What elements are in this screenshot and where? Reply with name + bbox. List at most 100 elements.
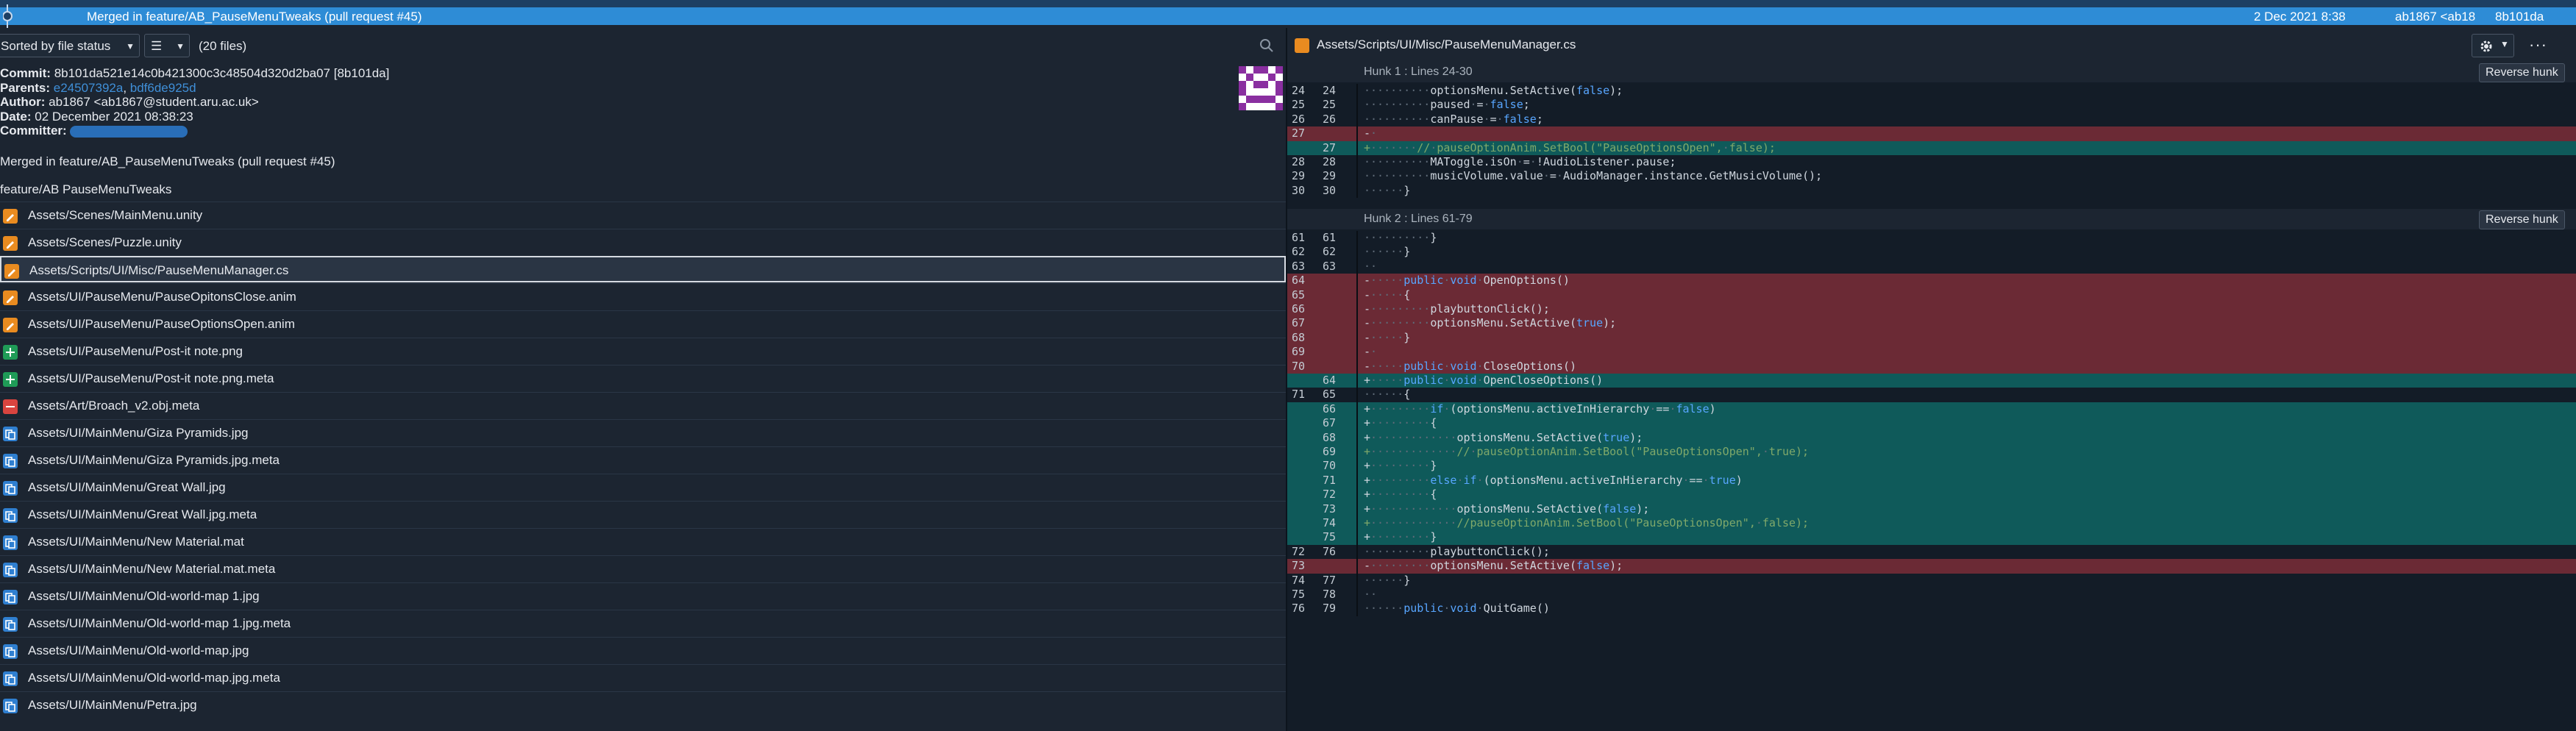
added-line[interactable]: 66 +·········if·(optionsMenu.activeInHier…	[1287, 402, 2576, 417]
line-gutter	[1356, 473, 1358, 488]
context-line[interactable]: 26 26 ··········canPause·=·false;	[1287, 112, 2576, 127]
added-line[interactable]: 64 +·····public·void·OpenCloseOptions()	[1287, 374, 2576, 388]
search-icon[interactable]	[1258, 37, 1275, 54]
file-row[interactable]: Assets/Scripts/UI/Misc/PauseMenuManager.…	[0, 256, 1286, 282]
file-row[interactable]: Assets/UI/MainMenu/Great Wall.jpg.meta	[0, 501, 1286, 527]
file-row[interactable]: Assets/UI/PauseMenu/Post-it note.png.met…	[0, 365, 1286, 391]
removed-line[interactable]: 68 -·····}	[1287, 330, 2576, 346]
added-line[interactable]: 68 +·············optionsMenu.SetActive(tr…	[1287, 430, 2576, 445]
context-line[interactable]: 30 30 ······}	[1287, 183, 2576, 199]
removed-line[interactable]: 64 -·····public·void·OpenOptions()	[1287, 274, 2576, 288]
more-options-icon[interactable]: ···	[2529, 35, 2547, 54]
context-line[interactable]: 71 65 ······{	[1287, 388, 2576, 402]
context-line[interactable]: 75 78 ··	[1287, 588, 2576, 602]
context-line[interactable]: 29 29 ··········musicVolume.value·=·AudioM…	[1287, 169, 2576, 184]
new-line-number: 78	[1323, 588, 1337, 601]
reverse-hunk-button[interactable]: Reverse hunk	[2479, 210, 2565, 229]
file-path: Assets/UI/MainMenu/Old-world-map 1.jpg	[28, 589, 260, 603]
file-row[interactable]: Assets/Scenes/MainMenu.unity	[0, 202, 1286, 228]
removed-line[interactable]: 65 -·····{	[1287, 288, 2576, 302]
context-line[interactable]: 25 25 ··········paused·=·false;	[1287, 98, 2576, 113]
context-line[interactable]: 63 63 ··	[1287, 259, 2576, 274]
file-row[interactable]: Assets/UI/MainMenu/Giza Pyramids.jpg.met…	[0, 446, 1286, 473]
added-line[interactable]: 73 +·············optionsMenu.SetActive(fa…	[1287, 502, 2576, 516]
file-row[interactable]: Assets/UI/MainMenu/New Material.mat.meta	[0, 555, 1286, 582]
file-row[interactable]: Assets/UI/MainMenu/Old-world-map 1.jpg.m…	[0, 610, 1286, 636]
old-line-number: 63	[1292, 259, 1306, 273]
commit-metadata: Commit: 8b101da521e14c0b421300c3c48504d3…	[0, 66, 390, 138]
line-gutter	[1356, 288, 1358, 302]
line-gutter	[1356, 430, 1358, 445]
hunk-title: Hunk 2 : Lines 61-79	[1364, 213, 1473, 225]
removed-line[interactable]: 66 -·········playbuttonClick();	[1287, 302, 2576, 317]
added-line[interactable]: 72 +·········{	[1287, 488, 2576, 502]
old-line-number: 70	[1292, 359, 1306, 373]
added-line[interactable]: 27 +·······//·pauseOptionAnim.SetBool("Pa…	[1287, 140, 2576, 155]
file-path: Assets/Art/Broach_v2.obj.meta	[28, 399, 200, 413]
added-line[interactable]: 69 +·············//·pauseOptionAnim.SetBo…	[1287, 445, 2576, 460]
added-line[interactable]: 75 +·········}	[1287, 530, 2576, 545]
view-mode-dropdown[interactable]: ☰ ▼	[144, 34, 190, 57]
code-text: ······}	[1364, 245, 1411, 259]
file-path: Assets/UI/MainMenu/Old-world-map 1.jpg.m…	[28, 616, 291, 630]
file-row[interactable]: Assets/UI/MainMenu/Great Wall.jpg	[0, 474, 1286, 500]
chevron-down-icon: ▼	[126, 41, 135, 51]
context-line[interactable]: 28 28 ··········MAToggle.isOn·=·!AudioList…	[1287, 155, 2576, 170]
renamed-file-icon	[3, 508, 18, 523]
removed-line[interactable]: 73 -·········optionsMenu.SetActive(false)…	[1287, 559, 2576, 574]
parent-link-1[interactable]: e24507392a	[54, 81, 124, 95]
reverse-hunk-button[interactable]: Reverse hunk	[2479, 63, 2565, 82]
added-line[interactable]: 71 +·········else·if·(optionsMenu.activeI…	[1287, 473, 2576, 488]
removed-line[interactable]: 70 -·····public·void·CloseOptions()	[1287, 359, 2576, 374]
code-text: -·········optionsMenu.SetActive(false);	[1364, 559, 1623, 573]
code-text: ······}	[1364, 573, 1411, 587]
context-line[interactable]: 74 77 ······}	[1287, 573, 2576, 588]
file-row[interactable]: Assets/Art/Broach_v2.obj.meta	[0, 392, 1286, 418]
new-line-number: 29	[1323, 169, 1337, 183]
old-line-number: 72	[1292, 544, 1306, 558]
file-row[interactable]: Assets/UI/PauseMenu/PauseOptionsOpen.ani…	[0, 310, 1286, 337]
file-row[interactable]: Assets/UI/MainMenu/Old-world-map.jpg	[0, 637, 1286, 663]
code-text: ··	[1364, 259, 1378, 273]
code-text: +·········{	[1364, 416, 1437, 430]
context-line[interactable]: 62 62 ······}	[1287, 245, 2576, 260]
file-path: Assets/UI/MainMenu/Great Wall.jpg	[28, 480, 226, 494]
line-gutter	[1356, 559, 1358, 574]
added-file-icon	[3, 345, 18, 360]
renamed-file-icon	[3, 535, 18, 550]
removed-line[interactable]: 69 -·	[1287, 345, 2576, 360]
line-gutter	[1356, 126, 1358, 141]
file-row[interactable]: Assets/UI/MainMenu/Old-world-map.jpg.met…	[0, 664, 1286, 691]
sort-dropdown[interactable]: Sorted by file status ▼	[0, 34, 140, 57]
added-file-icon	[3, 372, 18, 387]
file-row[interactable]: Assets/UI/MainMenu/Giza Pyramids.jpg	[0, 419, 1286, 446]
file-row[interactable]: Assets/UI/PauseMenu/Post-it note.png	[0, 338, 1286, 364]
added-line[interactable]: 70 +·········}	[1287, 459, 2576, 474]
renamed-file-icon	[3, 481, 18, 496]
new-line-number: 24	[1323, 84, 1337, 97]
removed-line[interactable]: 67 -·········optionsMenu.SetActive(true);	[1287, 316, 2576, 331]
parent-link-2[interactable]: bdf6de925d	[130, 81, 196, 95]
context-line[interactable]: 72 76 ··········playbuttonClick();	[1287, 544, 2576, 560]
context-line[interactable]: 76 79 ······public·void·QuitGame()	[1287, 602, 2576, 616]
commit-hash: 8b101da	[2495, 10, 2544, 24]
diff-settings-button[interactable]: ▼	[2472, 34, 2514, 57]
context-line[interactable]: 24 24 ··········optionsMenu.SetActive(fals…	[1287, 84, 2576, 99]
context-line[interactable]: 61 61 ··········}	[1287, 231, 2576, 246]
code-text: +·············//pauseOptionAnim.SetBool(…	[1364, 516, 1810, 529]
code-text: -·	[1364, 126, 1378, 140]
old-line-number: 26	[1292, 112, 1306, 126]
file-row[interactable]: Assets/UI/MainMenu/Old-world-map 1.jpg	[0, 582, 1286, 609]
selected-commit-row[interactable]: Merged in feature/AB_PauseMenuTweaks (pu…	[0, 4, 2576, 28]
file-row[interactable]: Assets/UI/MainMenu/New Material.mat	[0, 528, 1286, 555]
file-row[interactable]: Assets/UI/MainMenu/Petra.jpg	[0, 691, 1286, 718]
file-row[interactable]: Assets/UI/PauseMenu/PauseOpitonsClose.an…	[0, 283, 1286, 310]
added-line[interactable]: 74 +·············//pauseOptionAnim.SetBoo…	[1287, 516, 2576, 531]
added-line[interactable]: 67 +·········{	[1287, 416, 2576, 431]
previous-commit-row[interactable]	[0, 0, 2576, 7]
removed-line[interactable]: 27 -·	[1287, 126, 2576, 141]
file-path: Assets/UI/MainMenu/Giza Pyramids.jpg.met…	[28, 453, 280, 467]
modified-file-icon	[3, 236, 18, 251]
new-line-number: 61	[1323, 231, 1337, 244]
file-row[interactable]: Assets/Scenes/Puzzle.unity	[0, 229, 1286, 255]
